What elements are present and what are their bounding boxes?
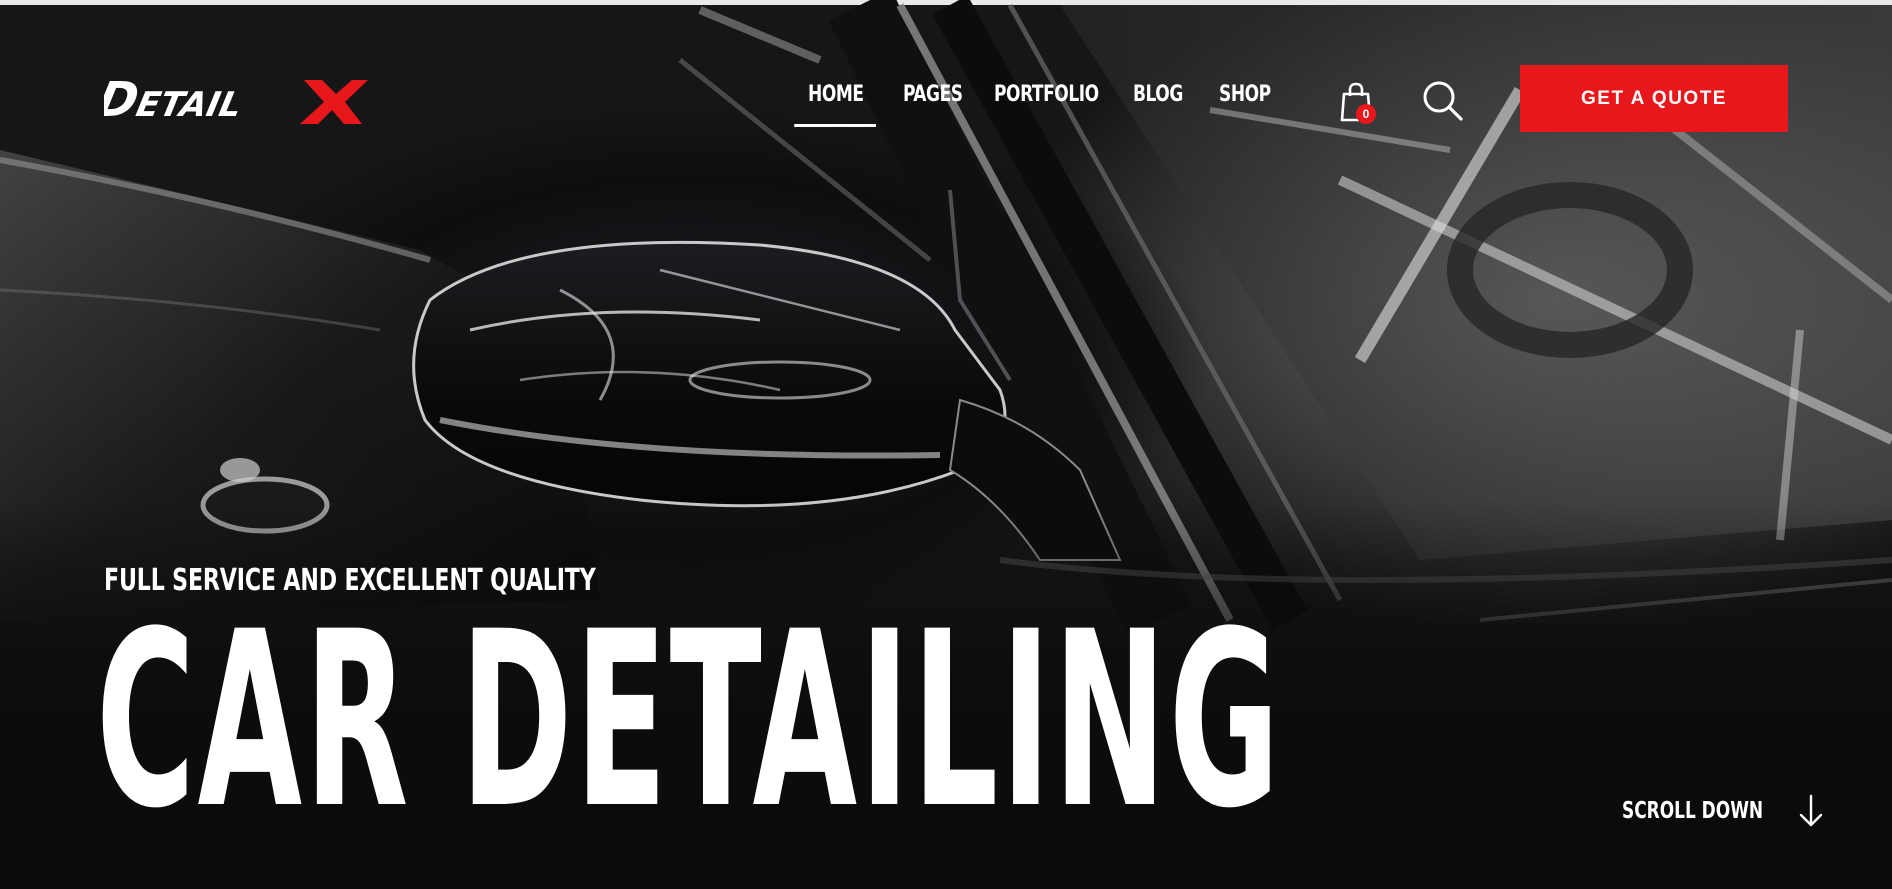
nav-shop[interactable]: SHOP [1219,82,1271,107]
hero-headline: CAR DETAILING [96,580,1283,862]
nav-home[interactable]: HOME [794,82,876,127]
cart-count-badge: 0 [1356,104,1376,124]
svg-text:ETAIL: ETAIL [133,85,246,125]
search-icon [1423,81,1463,121]
site-logo[interactable]: D ETAIL [92,72,374,128]
nav-pages[interactable]: PAGES [903,82,963,107]
get-a-quote-button[interactable]: GET A QUOTE [1520,65,1788,132]
nav-portfolio[interactable]: PORTFOLIO [994,82,1099,107]
hero-section: D ETAIL HOME PAGES PORTFOLIO BLOG SHOP 0… [0,0,1892,889]
scroll-down-link[interactable]: SCROLL DOWN [1622,794,1824,828]
logo-wordmark: D ETAIL [92,72,368,128]
scroll-down-label: SCROLL DOWN [1622,798,1764,824]
search-button[interactable] [1422,80,1464,122]
arrow-down-icon [1799,794,1823,827]
main-nav: HOME PAGES PORTFOLIO BLOG SHOP [792,82,1271,127]
nav-blog[interactable]: BLOG [1133,82,1183,107]
